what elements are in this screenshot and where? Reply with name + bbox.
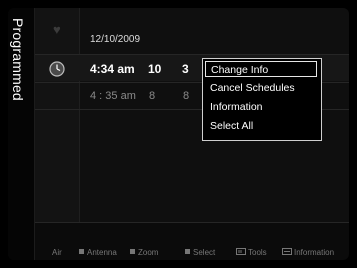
menu-item-information[interactable]: Information [205, 99, 317, 115]
guide-zoom[interactable]: Zoom [130, 246, 158, 260]
schedule-manager-screen: Programmed ♥ 12/10/2009 4:34 am 10 3 4 :… [8, 8, 349, 260]
row-time: 4 : 35 am [90, 90, 136, 102]
row-channel: 8 [149, 90, 156, 102]
info-icon [282, 248, 292, 256]
menu-item-cancel-schedules[interactable]: Cancel Schedules [205, 80, 317, 96]
bottom-guide-bar: Air Antenna Zoom Select Tools Informatio… [8, 246, 349, 260]
row-duration: 3 [182, 62, 189, 76]
button-square-icon [185, 249, 190, 255]
row-channel: 10 [148, 62, 162, 76]
button-square-icon [130, 249, 135, 255]
guide-information[interactable]: Information [282, 246, 334, 260]
guide-air[interactable]: Air [52, 246, 62, 260]
programmed-tab[interactable]: Programmed [8, 8, 35, 260]
tools-icon [236, 248, 246, 256]
row-divider [35, 222, 349, 223]
menu-item-change-info[interactable]: Change Info [205, 61, 317, 77]
menu-item-select-all[interactable]: Select All [205, 118, 317, 134]
programmed-label: Programmed [10, 18, 26, 101]
row-time: 4:34 am [90, 62, 135, 76]
schedule-date: 12/10/2009 [90, 34, 141, 45]
clock-icon [49, 61, 65, 77]
guide-tools[interactable]: Tools [236, 246, 267, 260]
button-square-icon [79, 249, 84, 255]
icon-column [35, 8, 80, 222]
tools-context-menu: Change Info Cancel Schedules Information… [202, 58, 322, 141]
heart-icon: ♥ [53, 22, 61, 37]
guide-select[interactable]: Select [185, 246, 215, 260]
row-duration: 8 [183, 90, 190, 102]
guide-antenna[interactable]: Antenna [79, 246, 117, 260]
